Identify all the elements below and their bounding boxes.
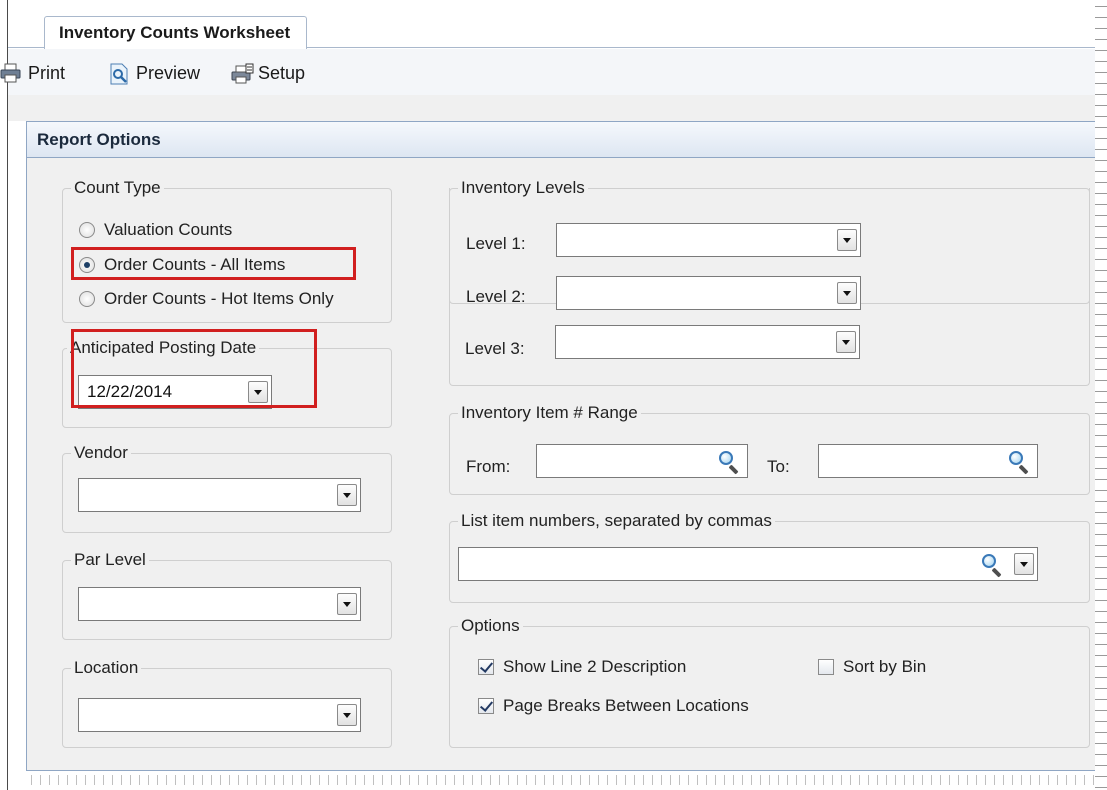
chevron-down-icon[interactable]	[836, 331, 856, 353]
print-label: Print	[28, 62, 66, 83]
inventory-levels-title: Inventory Levels	[458, 177, 588, 199]
checkbox-checked	[478, 698, 494, 714]
level-1-label: Level 1:	[466, 234, 526, 253]
preview-icon	[108, 63, 130, 85]
location-title: Location	[71, 657, 142, 679]
item-list-input[interactable]	[458, 547, 1038, 581]
checkbox-label: Page Breaks Between Locations	[503, 696, 749, 715]
radio-valuation-counts[interactable]: Valuation Counts	[79, 219, 232, 241]
radio-order-counts-hot[interactable]: Order Counts - Hot Items Only	[79, 288, 334, 310]
radio-label: Order Counts - Hot Items Only	[104, 289, 334, 308]
search-icon[interactable]	[718, 450, 740, 475]
checkbox-page-breaks[interactable]: Page Breaks Between Locations	[478, 695, 749, 717]
level-2-combo[interactable]	[556, 276, 861, 310]
checkbox-unchecked	[818, 659, 834, 675]
report-options-panel: Count Type Valuation Counts Order Counts…	[26, 158, 1107, 770]
vendor-title: Vendor	[71, 442, 131, 464]
highlight-posting-date	[71, 329, 317, 408]
chevron-down-icon[interactable]	[1014, 553, 1034, 575]
par-level-title: Par Level	[71, 549, 149, 571]
setup-icon	[230, 63, 254, 84]
chevron-down-icon[interactable]	[837, 282, 857, 304]
options-group: Options Show Line 2 Description Sort by …	[449, 615, 1090, 748]
window-left-edge	[0, 0, 8, 790]
level-2-label: Level 2:	[466, 287, 526, 306]
location-group: Location	[62, 657, 392, 748]
preview-label: Preview	[136, 62, 201, 83]
preview-button[interactable]: Preview	[108, 61, 200, 85]
highlight-order-counts	[71, 247, 356, 280]
to-label: To:	[767, 457, 790, 476]
checkbox-show-line-2[interactable]: Show Line 2 Description	[478, 656, 686, 678]
item-list-group: List item numbers, separated by commas	[449, 510, 1090, 603]
item-range-title: Inventory Item # Range	[458, 402, 641, 424]
search-icon[interactable]	[981, 553, 1003, 578]
options-title: Options	[458, 615, 523, 637]
radio-dot	[79, 291, 95, 307]
radio-label: Valuation Counts	[104, 220, 233, 239]
location-combo[interactable]	[78, 698, 361, 732]
vendor-group: Vendor	[62, 442, 392, 533]
inventory-levels-group: Inventory Levels Level 1: Level 2:	[449, 177, 1090, 310]
toolbar-separator-area	[8, 95, 1107, 121]
toolbar: Print Preview Setup	[0, 49, 1107, 95]
tab-inventory-counts-worksheet[interactable]: Inventory Counts Worksheet	[44, 16, 308, 49]
from-label: From:	[466, 457, 511, 476]
bottom-edge-artifact	[26, 775, 1096, 785]
radio-dot	[79, 222, 95, 238]
chevron-down-icon[interactable]	[837, 229, 857, 251]
checkbox-label: Show Line 2 Description	[503, 657, 687, 676]
par-level-combo[interactable]	[78, 587, 361, 621]
count-type-title: Count Type	[71, 177, 164, 199]
from-input[interactable]	[536, 444, 748, 478]
par-level-group: Par Level	[62, 549, 392, 640]
to-input[interactable]	[818, 444, 1038, 478]
chevron-down-icon[interactable]	[337, 593, 357, 615]
item-range-group: Inventory Item # Range From: To:	[449, 402, 1090, 495]
level-3-combo[interactable]	[555, 325, 860, 359]
report-options-header: Report Options	[26, 121, 1107, 158]
item-list-title: List item numbers, separated by commas	[458, 510, 775, 532]
printer-icon	[0, 63, 22, 83]
search-icon[interactable]	[1008, 450, 1030, 475]
chevron-down-icon[interactable]	[337, 704, 357, 726]
vendor-combo[interactable]	[78, 478, 361, 512]
checkbox-checked	[478, 659, 494, 675]
setup-button[interactable]: Setup	[230, 61, 305, 85]
level-1-combo[interactable]	[556, 223, 861, 257]
checkbox-label: Sort by Bin	[843, 657, 927, 676]
right-edge-artifact	[1095, 0, 1107, 790]
chevron-down-icon[interactable]	[337, 484, 357, 506]
setup-label: Setup	[258, 62, 306, 83]
level-3-label: Level 3:	[465, 339, 525, 358]
checkbox-sort-by-bin[interactable]: Sort by Bin	[818, 656, 926, 678]
print-button[interactable]: Print	[0, 61, 65, 85]
tab-strip: Inventory Counts Worksheet	[8, 0, 1107, 49]
